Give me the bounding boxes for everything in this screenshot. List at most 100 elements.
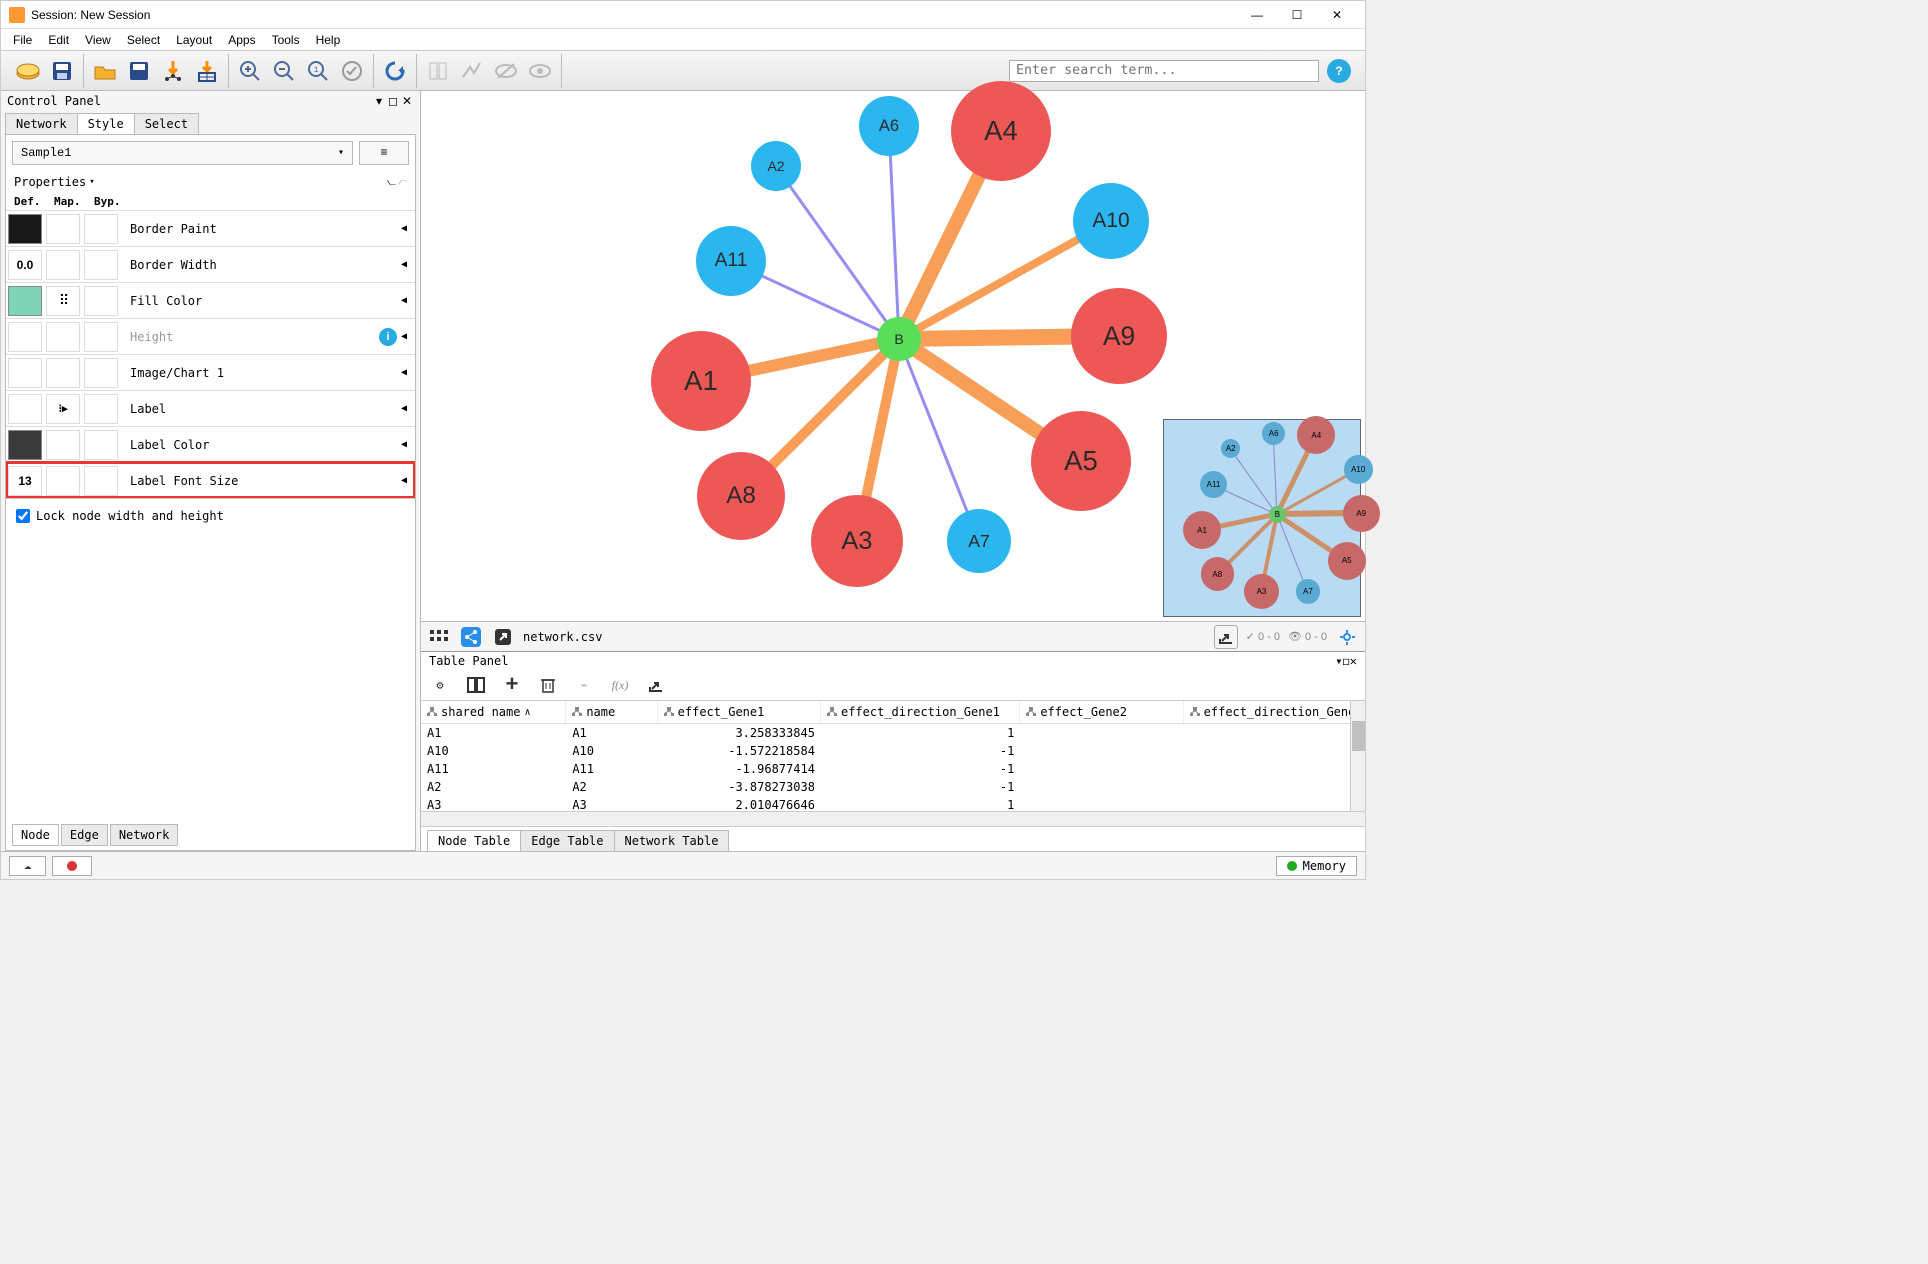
share-icon[interactable]: [459, 625, 483, 649]
tp-dropdown-icon[interactable]: ▾: [1335, 654, 1342, 668]
def-cell[interactable]: [8, 430, 42, 460]
memory-button[interactable]: Memory: [1276, 856, 1357, 876]
expand-icon[interactable]: ◀: [401, 259, 407, 271]
panel-dropdown-icon[interactable]: ▾: [372, 94, 386, 108]
expand-icon[interactable]: ◀: [401, 331, 407, 343]
def-cell[interactable]: [8, 394, 42, 424]
export-table-icon[interactable]: [645, 674, 667, 696]
node-A10[interactable]: A10: [1073, 183, 1149, 259]
import-table-icon[interactable]: [192, 56, 222, 86]
node-B[interactable]: B: [877, 317, 921, 361]
map-cell[interactable]: [46, 250, 80, 280]
map-cell[interactable]: [46, 466, 80, 496]
show-all-icon[interactable]: [525, 56, 555, 86]
node-A5[interactable]: A5: [1031, 411, 1131, 511]
def-cell[interactable]: 13: [8, 466, 42, 496]
lock-checkbox[interactable]: [16, 509, 30, 523]
menu-layout[interactable]: Layout: [168, 31, 220, 49]
property-row[interactable]: ⠿Fill Color◀: [6, 282, 415, 318]
help-icon[interactable]: ?: [1327, 59, 1351, 83]
zoom-in-icon[interactable]: [235, 56, 265, 86]
menu-select[interactable]: Select: [119, 31, 168, 49]
maximize-button[interactable]: ☐: [1277, 4, 1317, 26]
reload-icon[interactable]: [380, 56, 410, 86]
property-row[interactable]: Heighti◀: [6, 318, 415, 354]
panel-close-icon[interactable]: ✕: [400, 94, 414, 108]
subtab-network[interactable]: Network: [110, 824, 179, 846]
expand-icon[interactable]: ◀: [401, 475, 407, 487]
network-canvas[interactable]: BA1A2A3A4A5A6A7A8A9A10A11BA1A2A3A4A5A6A7…: [421, 91, 1365, 621]
apply-layout-icon[interactable]: [337, 56, 367, 86]
import-network-icon[interactable]: [158, 56, 188, 86]
zoom-fit-icon[interactable]: 1: [303, 56, 333, 86]
trash-icon[interactable]: [537, 674, 559, 696]
open-icon[interactable]: [90, 56, 120, 86]
menu-edit[interactable]: Edit: [40, 31, 77, 49]
grid-icon[interactable]: [427, 625, 451, 649]
link-icon[interactable]: ⌁: [573, 674, 595, 696]
property-row[interactable]: Border Paint◀: [6, 210, 415, 246]
map-cell[interactable]: [46, 214, 80, 244]
expand-icon[interactable]: ◀: [401, 223, 407, 235]
map-cell[interactable]: ⠿: [46, 286, 80, 316]
node-A8[interactable]: A8: [697, 452, 785, 540]
byp-cell[interactable]: [84, 250, 118, 280]
expand-icon[interactable]: ◀: [401, 367, 407, 379]
info-icon[interactable]: i: [379, 328, 397, 346]
tab-network-table[interactable]: Network Table: [614, 830, 730, 851]
detach-icon[interactable]: [491, 625, 515, 649]
tp-float-icon[interactable]: ◻: [1343, 654, 1350, 668]
property-row[interactable]: Label Color◀: [6, 426, 415, 462]
subtab-node[interactable]: Node: [12, 824, 59, 846]
show-hidden-icon[interactable]: [491, 56, 521, 86]
table-col-header[interactable]: shared name ∧: [421, 701, 566, 723]
property-row[interactable]: ⁝▸Label◀: [6, 390, 415, 426]
menu-help[interactable]: Help: [308, 31, 349, 49]
property-row[interactable]: 0.0Border Width◀: [6, 246, 415, 282]
columns-icon[interactable]: [465, 674, 487, 696]
table-row[interactable]: A11A11-1.96877414-1: [421, 760, 1365, 778]
subtab-edge[interactable]: Edge: [61, 824, 108, 846]
node-A4[interactable]: A4: [951, 81, 1051, 181]
tab-network[interactable]: Network: [5, 113, 78, 134]
menu-view[interactable]: View: [77, 31, 119, 49]
def-cell[interactable]: [8, 214, 42, 244]
def-cell[interactable]: 0.0: [8, 250, 42, 280]
table-row[interactable]: A10A10-1.572218584-1: [421, 742, 1365, 760]
tp-close-icon[interactable]: ✕: [1350, 654, 1357, 668]
edge[interactable]: [775, 165, 900, 340]
byp-cell[interactable]: [84, 286, 118, 316]
table-col-header[interactable]: effect_Gene2: [1020, 701, 1183, 723]
panel-float-icon[interactable]: ◻: [386, 94, 400, 108]
property-row[interactable]: Image/Chart 1◀: [6, 354, 415, 390]
close-button[interactable]: ✕: [1317, 4, 1357, 26]
table-col-header[interactable]: name: [566, 701, 657, 723]
byp-cell[interactable]: [84, 322, 118, 352]
add-icon[interactable]: +: [501, 674, 523, 696]
byp-cell[interactable]: [84, 394, 118, 424]
table-row[interactable]: A2A2-3.878273038-1: [421, 778, 1365, 796]
zoom-out-icon[interactable]: [269, 56, 299, 86]
save-icon[interactable]: [124, 56, 154, 86]
def-cell[interactable]: [8, 322, 42, 352]
expand-icon[interactable]: ◀: [401, 403, 407, 415]
byp-cell[interactable]: [84, 466, 118, 496]
tab-style[interactable]: Style: [77, 113, 135, 134]
table-row[interactable]: A3A32.0104766461: [421, 796, 1365, 811]
menu-tools[interactable]: Tools: [264, 31, 308, 49]
edge[interactable]: [888, 126, 901, 339]
style-dropdown[interactable]: Sample1 ▾: [12, 141, 353, 165]
style-menu-button[interactable]: ≡: [359, 141, 409, 165]
function-icon[interactable]: f(x): [609, 674, 631, 696]
new-session-icon[interactable]: [13, 56, 43, 86]
search-input[interactable]: [1009, 60, 1319, 82]
tab-select[interactable]: Select: [134, 113, 199, 134]
table-col-header[interactable]: effect_direction_Gene: [1184, 701, 1365, 723]
gear-icon[interactable]: ⚙: [429, 674, 451, 696]
def-cell[interactable]: [8, 358, 42, 388]
node-A2[interactable]: A2: [751, 141, 801, 191]
property-row[interactable]: 13Label Font Size◀: [6, 462, 415, 498]
map-cell[interactable]: [46, 430, 80, 460]
def-cell[interactable]: [8, 286, 42, 316]
byp-cell[interactable]: [84, 214, 118, 244]
